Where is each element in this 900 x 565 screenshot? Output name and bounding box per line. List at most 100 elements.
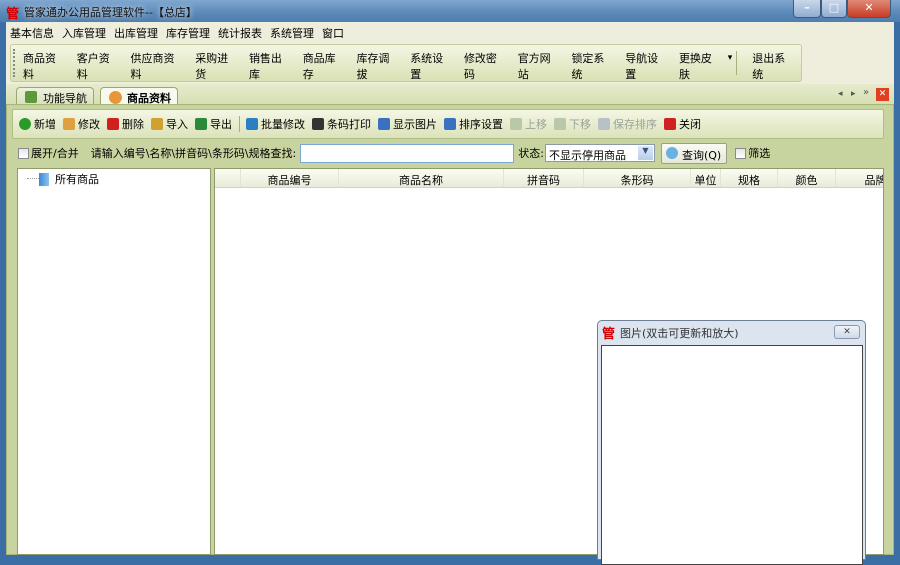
toolbar-button-label: 销售出库 xyxy=(248,52,282,81)
toolbar-button[interactable]: 供应商资料 xyxy=(126,45,191,81)
action-button[interactable]: 保存排序 xyxy=(598,116,657,132)
menu-item[interactable]: 统计报表 xyxy=(214,22,266,41)
toolbar-button[interactable]: 导航设置 xyxy=(620,45,674,81)
toolbar-button[interactable]: 销售出库 xyxy=(244,45,298,81)
action-button-label: 批量修改 xyxy=(261,118,305,131)
toolbar-button-label: 官方网站 xyxy=(517,52,551,81)
action-button[interactable]: 下移 xyxy=(554,116,591,132)
menu-item[interactable]: 基本信息 xyxy=(6,22,58,41)
action-button[interactable]: 条码打印 xyxy=(312,116,371,132)
close-window-button[interactable]: ✕ xyxy=(847,0,891,18)
action-button-label: 条码打印 xyxy=(327,118,371,131)
main-toolbar: 商品资料 客户资料 供应商资料 采购进货 销售出库 商品库存 库存调拔 系统设置 修改密码 官方网… xyxy=(6,42,894,84)
chevron-down-icon[interactable]: ▾ xyxy=(728,53,733,81)
filter-checkbox[interactable] xyxy=(735,147,747,159)
toolbar-button[interactable]: 修改密码 xyxy=(459,45,513,81)
toolbar-button[interactable]: 退出系统 xyxy=(747,45,801,81)
toolbar-button-label: 商品资料 xyxy=(23,52,56,81)
tab-list-icon[interactable]: » xyxy=(863,87,869,98)
action-button[interactable]: 导出 xyxy=(195,116,232,132)
chevron-down-icon[interactable]: ▼ xyxy=(637,146,653,160)
toolbar-button[interactable]: 锁定系统 xyxy=(566,45,620,81)
column-header[interactable]: 规格 xyxy=(721,169,778,187)
edit-icon xyxy=(63,118,75,130)
action-button[interactable]: 批量修改 xyxy=(246,116,305,132)
action-toolbar: 新增 修改 删除 导入 导出 批量修改 条码打印 显示图片 排序设置 上移 下移 保存排序 关闭 xyxy=(12,109,884,139)
menu-item[interactable]: 系统管理 xyxy=(266,22,318,41)
action-button[interactable]: 修改 xyxy=(63,116,100,132)
tab-scroll-right-icon[interactable]: ▸ xyxy=(851,89,856,99)
column-header[interactable]: 单位 xyxy=(691,169,721,187)
close-picture-window-button[interactable]: ✕ xyxy=(834,325,860,339)
column-header[interactable]: 商品名称 xyxy=(339,169,504,187)
action-button-label: 修改 xyxy=(78,118,100,131)
toolbar-button-label: 退出系统 xyxy=(752,52,786,81)
toolbar-button-label: 供应商资料 xyxy=(130,52,175,81)
toolbar-button-label: 商品库存 xyxy=(302,52,336,81)
menu-item[interactable]: 窗口 xyxy=(318,22,348,41)
toolbar-button[interactable]: 官方网站 xyxy=(513,45,567,81)
query-button[interactable]: 查询(Q) xyxy=(660,142,728,164)
search-input[interactable] xyxy=(300,143,515,163)
action-button[interactable]: 新增 xyxy=(19,116,56,132)
menu-item[interactable]: 库存管理 xyxy=(162,22,214,41)
action-button-label: 新增 xyxy=(34,118,56,131)
column-header[interactable]: 商品编号 xyxy=(241,169,339,187)
expand-checkbox[interactable] xyxy=(18,147,29,159)
recycle-icon xyxy=(246,118,258,130)
picture-window: 管 图片(双击可更新和放大) ✕ xyxy=(597,320,866,565)
tab-scroll-left-icon[interactable]: ◂ xyxy=(838,89,843,99)
delete-icon xyxy=(107,118,119,130)
toolbar-button-label: 更换皮肤 xyxy=(678,52,712,81)
search-prompt: 请输入编号\名称\拼音码\条形码\规格查找: xyxy=(90,147,297,160)
maximize-button[interactable]: □ xyxy=(821,0,847,18)
toolbar-grip[interactable] xyxy=(13,49,16,77)
toolbar-separator xyxy=(736,51,738,75)
column-header[interactable] xyxy=(215,169,241,187)
expand-label: 展开/合并 xyxy=(31,147,79,160)
column-header[interactable]: 拼音码 xyxy=(504,169,584,187)
barcode-icon xyxy=(312,118,324,130)
action-button-label: 排序设置 xyxy=(459,118,503,131)
action-button[interactable]: 上移 xyxy=(510,116,547,132)
search-row: 展开/合并 请输入编号\名称\拼音码\条形码\规格查找: 状态: 不显示停用商品… xyxy=(12,141,884,165)
toolbar-button-label: 锁定系统 xyxy=(571,52,605,81)
table-header: 商品编号商品名称拼音码条形码单位规格颜色品牌 xyxy=(215,169,883,188)
action-button[interactable]: 显示图片 xyxy=(378,116,437,132)
folder-icon xyxy=(39,172,49,186)
minimize-button[interactable]: – xyxy=(793,0,821,18)
import-icon xyxy=(151,118,163,130)
status-label: 状态: xyxy=(518,147,544,160)
action-button[interactable]: 导入 xyxy=(151,116,188,132)
close-tab-icon[interactable]: ✕ xyxy=(876,88,889,101)
toolbar-button[interactable]: 商品库存 xyxy=(298,45,352,81)
column-header[interactable]: 颜色 xyxy=(778,169,836,187)
toolbar-button-label: 库存调拔 xyxy=(356,52,390,81)
toolbar-button[interactable]: 系统设置 xyxy=(405,45,459,81)
add-icon xyxy=(19,118,31,130)
column-header[interactable]: 品牌 xyxy=(836,169,884,187)
action-button[interactable]: 删除 xyxy=(107,116,144,132)
action-button[interactable]: 排序设置 xyxy=(444,116,503,132)
column-header[interactable]: 条形码 xyxy=(584,169,691,187)
toolbar-button[interactable]: 更换皮肤 xyxy=(674,45,728,81)
tree-node-all-goods[interactable]: 所有商品 xyxy=(39,171,99,187)
menu-item[interactable]: 入库管理 xyxy=(58,22,110,41)
action-button-label: 删除 xyxy=(122,118,144,131)
action-button-label: 关闭 xyxy=(679,118,701,131)
filter-label: 筛选 xyxy=(748,147,771,160)
toolbar-button-label: 客户资料 xyxy=(76,52,110,81)
status-select[interactable]: 不显示停用商品 ▼ xyxy=(544,144,655,162)
query-button-label: 查询(Q) xyxy=(681,148,722,162)
toolbar-button-label: 采购进货 xyxy=(195,52,229,81)
tree-node-label: 所有商品 xyxy=(55,173,99,186)
close-icon xyxy=(664,118,676,130)
toolbar-button[interactable]: 商品资料 xyxy=(18,45,72,81)
status-select-value: 不显示停用商品 xyxy=(548,149,626,162)
action-button[interactable]: 关闭 xyxy=(664,116,701,132)
toolbar-button[interactable]: 采购进货 xyxy=(190,45,244,81)
menu-item[interactable]: 出库管理 xyxy=(110,22,162,41)
toolbar-button[interactable]: 库存调拔 xyxy=(351,45,405,81)
picture-area[interactable] xyxy=(601,345,863,565)
toolbar-button[interactable]: 客户资料 xyxy=(72,45,126,81)
